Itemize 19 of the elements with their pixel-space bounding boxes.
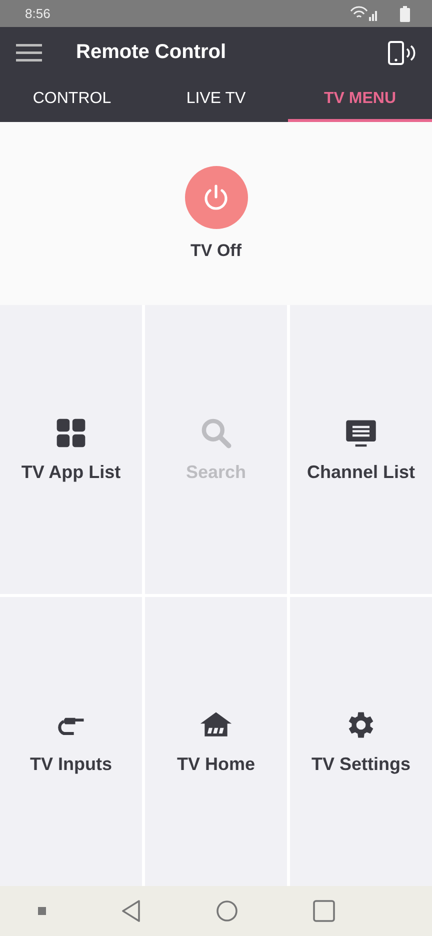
- home-icon[interactable]: [216, 900, 238, 922]
- menu-tile[interactable]: TV Inputs: [0, 597, 142, 886]
- battery-icon: [400, 6, 410, 22]
- tab[interactable]: LIVE TV: [144, 78, 288, 122]
- back-icon[interactable]: [120, 900, 140, 922]
- menu-tile[interactable]: Channel List: [290, 305, 432, 594]
- menu-tile[interactable]: TV Home: [145, 597, 287, 886]
- grid-icon: [54, 416, 88, 450]
- search-icon: [199, 416, 233, 450]
- power-label: TV Off: [190, 241, 242, 261]
- menu-tile[interactable]: TV Settings: [290, 597, 432, 886]
- phone-signal-icon[interactable]: [388, 40, 416, 64]
- menu-icon[interactable]: [16, 44, 42, 62]
- wifi-signal-icon: [350, 6, 380, 22]
- recents-icon[interactable]: [312, 900, 334, 922]
- tab[interactable]: CONTROL: [0, 78, 144, 122]
- app-title: Remote Control: [76, 41, 227, 64]
- status-time: 8:56: [25, 6, 50, 21]
- menu-tile[interactable]: TV App List: [0, 305, 142, 594]
